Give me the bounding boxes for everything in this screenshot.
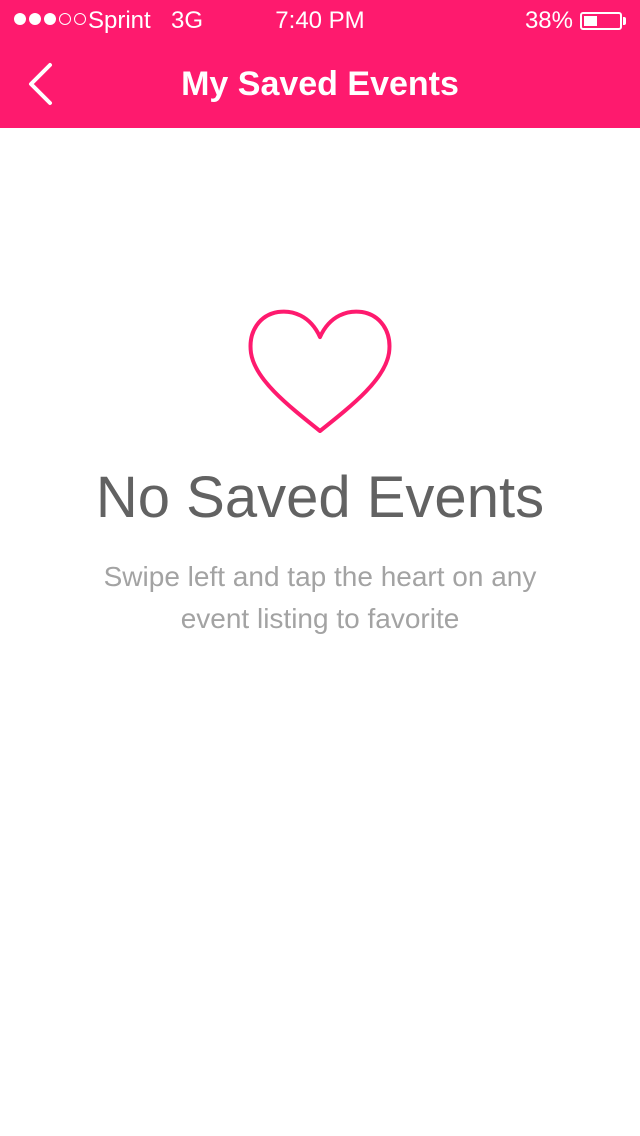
empty-state: No Saved Events Swipe left and tap the h… bbox=[0, 300, 640, 640]
navigation-bar: My Saved Events bbox=[0, 40, 640, 128]
empty-state-title: No Saved Events bbox=[95, 465, 545, 530]
battery-icon bbox=[580, 12, 622, 30]
top-bar: Sprint 3G 7:40 PM 38% My Saved Events bbox=[0, 0, 640, 128]
heart-outline-icon bbox=[240, 300, 400, 440]
battery-level-fill bbox=[584, 16, 597, 26]
empty-state-message: Swipe left and tap the heart on any even… bbox=[103, 561, 537, 634]
saved-events-screen: Sprint 3G 7:40 PM 38% My Saved Events No… bbox=[0, 0, 640, 1136]
battery-percent: 38% bbox=[524, 7, 573, 34]
status-bar: Sprint 3G 7:40 PM 38% bbox=[0, 0, 640, 40]
battery-tip-icon bbox=[623, 17, 626, 25]
page-title: My Saved Events bbox=[181, 65, 459, 103]
